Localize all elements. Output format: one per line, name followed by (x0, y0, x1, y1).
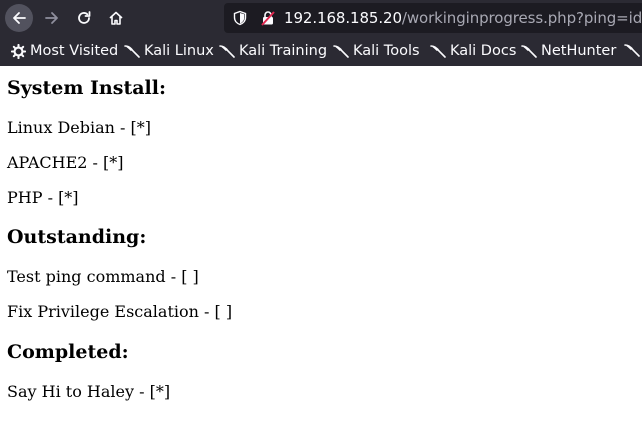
section-heading-system-install: System Install: (7, 77, 166, 99)
bookmark-kali-tools[interactable]: Kali Tools (333, 43, 420, 59)
back-button[interactable] (5, 4, 33, 32)
kali-dragon-icon (333, 45, 349, 58)
section-heading-completed: Completed: (7, 341, 129, 363)
bookmark-kali-training[interactable]: Kali Training (219, 43, 327, 59)
bookmark-kali-linux[interactable]: Kali Linux (124, 43, 214, 59)
home-button[interactable] (102, 4, 130, 32)
arrow-right-icon (45, 12, 58, 24)
bookmarks-toolbar: Most Visited Kali Linux Kali Training Ka… (0, 36, 642, 66)
kali-dragon-icon (219, 45, 235, 58)
shield-icon[interactable] (232, 10, 248, 26)
navigation-toolbar: 192.168.185.20/workinginprogress.php?pin… (0, 0, 642, 36)
insecure-lock-icon[interactable] (260, 10, 276, 26)
gear-icon (11, 43, 26, 59)
reload-button[interactable] (70, 4, 98, 32)
url-path: /workinginprogress.php?ping=id (401, 9, 642, 27)
arrow-left-icon (13, 12, 26, 24)
home-icon (109, 11, 123, 25)
bookmark-overflow[interactable] (624, 43, 642, 57)
kali-dragon-icon (430, 45, 446, 58)
kali-dragon-icon (624, 44, 640, 57)
bookmark-nethunter[interactable]: NetHunter (521, 43, 616, 59)
list-item: Linux Debian - [*] (7, 118, 152, 137)
url-text[interactable]: 192.168.185.20/workinginprogress.php?pin… (284, 9, 642, 27)
list-item: APACHE2 - [*] (7, 153, 124, 172)
bookmark-label: Kali Training (239, 43, 328, 59)
bookmark-kali-docs[interactable]: Kali Docs (430, 43, 516, 59)
kali-dragon-icon (521, 45, 537, 58)
address-bar[interactable]: 192.168.185.20/workinginprogress.php?pin… (224, 3, 642, 33)
forward-button[interactable] (38, 4, 66, 32)
list-item: Say Hi to Haley - [*] (7, 382, 171, 401)
bookmark-label: Kali Linux (144, 43, 214, 59)
bookmark-label: NetHunter (541, 43, 617, 59)
section-heading-outstanding: Outstanding: (7, 226, 147, 248)
list-item: Fix Privilege Escalation - [ ] (7, 302, 233, 321)
bookmark-label: Kali Tools (353, 43, 420, 59)
url-host: 192.168.185.20 (284, 9, 402, 27)
list-item: PHP - [*] (7, 188, 79, 207)
bookmark-label: Most Visited (30, 43, 119, 59)
bookmark-label: Kali Docs (450, 43, 517, 59)
kali-dragon-icon (124, 45, 140, 58)
list-item: Test ping command - [ ] (7, 267, 199, 286)
browser-chrome: 192.168.185.20/workinginprogress.php?pin… (0, 0, 642, 66)
bookmark-most-visited[interactable]: Most Visited (11, 43, 118, 59)
reload-icon (78, 11, 91, 24)
